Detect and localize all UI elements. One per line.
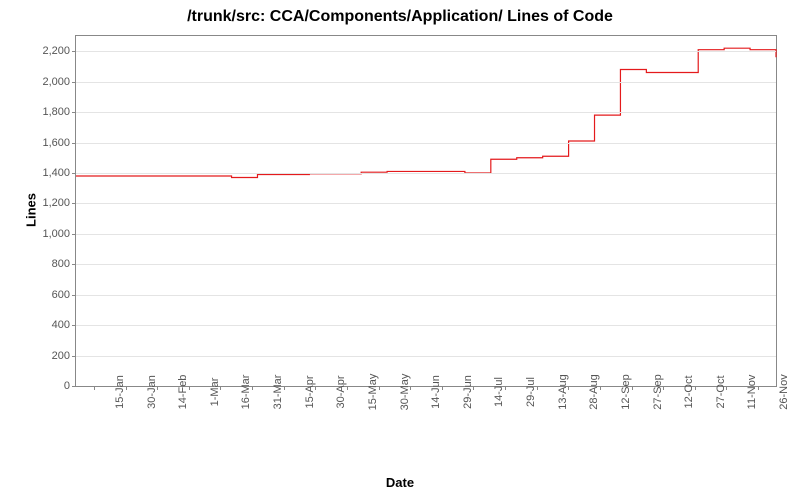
x-tick-label: 15-Jan: [94, 375, 126, 409]
chart-title: /trunk/src: CCA/Components/Application/ …: [0, 8, 800, 26]
y-tick-label: 1,200: [42, 197, 70, 209]
x-tick-label: 29-Jul: [505, 377, 537, 407]
x-tick-label: 30-May: [379, 374, 411, 411]
y-tick-label: 800: [52, 258, 70, 270]
y-tick-label: 200: [52, 350, 70, 362]
x-tick-label: 14-Jul: [473, 377, 505, 407]
x-axis-label: Date: [0, 475, 800, 490]
y-tick-label: 2,000: [42, 76, 70, 88]
y-tick-label: 1,000: [42, 228, 70, 240]
x-tick-label: 15-Apr: [284, 375, 316, 408]
x-tick-label: 26-Nov: [758, 374, 790, 409]
plot-area: 02004006008001,0001,2001,4001,6001,8002,…: [75, 35, 777, 387]
x-tick-label: 30-Jan: [126, 375, 158, 409]
x-tick-label: 12-Oct: [663, 375, 695, 408]
x-tick-label: 13-Aug: [537, 374, 569, 409]
x-tick-label: 11-Nov: [726, 375, 758, 410]
y-tick-label: 1,400: [42, 167, 70, 179]
x-tick-label: 12-Sep: [600, 374, 632, 409]
y-tick-label: 0: [64, 380, 70, 392]
x-tick-label: 15-May: [347, 374, 379, 411]
x-tick-label: 31-Mar: [252, 375, 284, 410]
y-axis-label: Lines: [23, 193, 38, 227]
loc-step-line: [76, 36, 776, 386]
x-tick-label: 16-Mar: [220, 375, 252, 410]
x-tick-label: 14-Feb: [157, 375, 189, 410]
y-tick-label: 1,600: [42, 137, 70, 149]
x-tick-label: 30-Apr: [315, 375, 347, 408]
x-tick-label: 27-Sep: [632, 374, 664, 409]
y-tick-label: 600: [52, 289, 70, 301]
x-tick-label: 14-Jun: [410, 375, 442, 409]
y-tick-label: 2,200: [42, 45, 70, 57]
x-tick-label: 28-Aug: [568, 374, 600, 409]
x-tick-label: 29-Jun: [442, 375, 474, 409]
y-tick-label: 1,800: [42, 106, 70, 118]
y-tick-label: 400: [52, 319, 70, 331]
chart-container: /trunk/src: CCA/Components/Application/ …: [0, 0, 800, 500]
x-tick-label: 1-Mar: [189, 378, 221, 407]
x-tick-label: 27-Oct: [695, 375, 727, 408]
